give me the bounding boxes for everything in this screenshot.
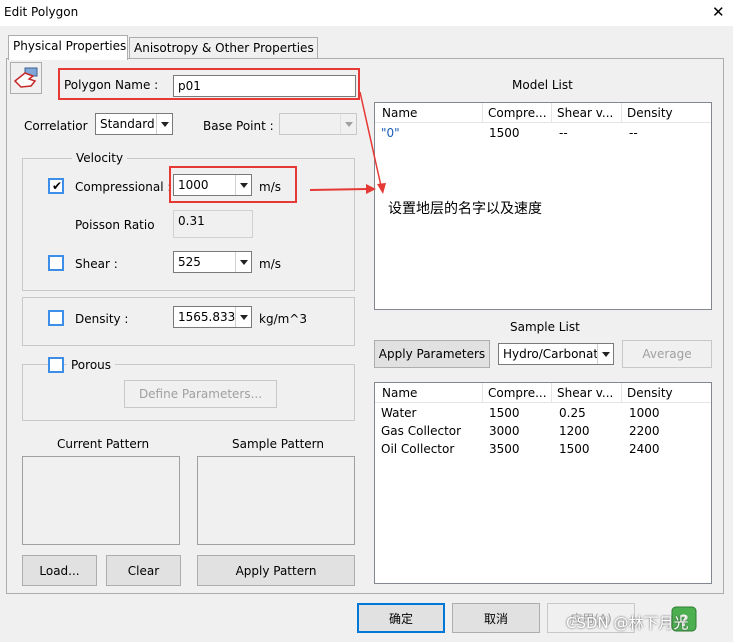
sample-cell-name: Water — [381, 406, 417, 420]
annotation-arrowhead-polygon — [377, 183, 386, 194]
sample-col-name[interactable]: Name — [377, 383, 483, 403]
sample-cell-compressional: 3500 — [489, 442, 520, 456]
annotation-arrow-velocity — [309, 188, 369, 191]
sample-cell-density: 2400 — [629, 442, 660, 456]
sample-list-header: Name Compre... Shear v... Density — [375, 383, 711, 403]
sample-cell-shear: 1500 — [559, 442, 590, 456]
sample-cell-compressional: 1500 — [489, 406, 520, 420]
sample-cell-shear: 0.25 — [559, 406, 586, 420]
cancel-button[interactable]: 取消 — [452, 603, 540, 633]
sample-cell-density: 2200 — [629, 424, 660, 438]
chevron-down-icon[interactable] — [597, 344, 613, 364]
sample-col-shear[interactable]: Shear v... — [552, 383, 622, 403]
tab-physical-properties[interactable]: Physical Properties — [8, 35, 128, 60]
sample-list[interactable]: Name Compre... Shear v... Density Water … — [374, 382, 712, 584]
ok-button[interactable]: 确定 — [357, 603, 445, 633]
average-button[interactable]: Average — [622, 340, 712, 368]
sample-col-compressional[interactable]: Compre... — [483, 383, 552, 403]
sample-col-density[interactable]: Density — [622, 383, 711, 403]
sample-cell-name: Gas Collector — [381, 424, 462, 438]
table-row[interactable]: Gas Collector 3000 1200 2200 — [375, 422, 711, 440]
table-row[interactable]: Oil Collector 3500 1500 2400 — [375, 440, 711, 458]
sample-type-select[interactable]: Hydro/Carbonat — [498, 343, 614, 365]
sample-cell-density: 1000 — [629, 406, 660, 420]
table-row[interactable]: Water 1500 0.25 1000 — [375, 404, 711, 422]
annotation-arrowhead-velocity — [366, 184, 376, 194]
apply-parameters-button[interactable]: Apply Parameters — [374, 340, 490, 368]
sample-type-value: Hydro/Carbonat — [503, 347, 599, 361]
annotation-arrow-polygon — [359, 91, 382, 187]
sample-cell-shear: 1200 — [559, 424, 590, 438]
annotation-text: 设置地层的名字以及速度 — [388, 201, 542, 217]
sample-cell-name: Oil Collector — [381, 442, 455, 456]
sample-cell-compressional: 3000 — [489, 424, 520, 438]
sample-list-title: Sample List — [510, 320, 580, 334]
watermark: CSDN @林下月光 — [566, 614, 689, 632]
